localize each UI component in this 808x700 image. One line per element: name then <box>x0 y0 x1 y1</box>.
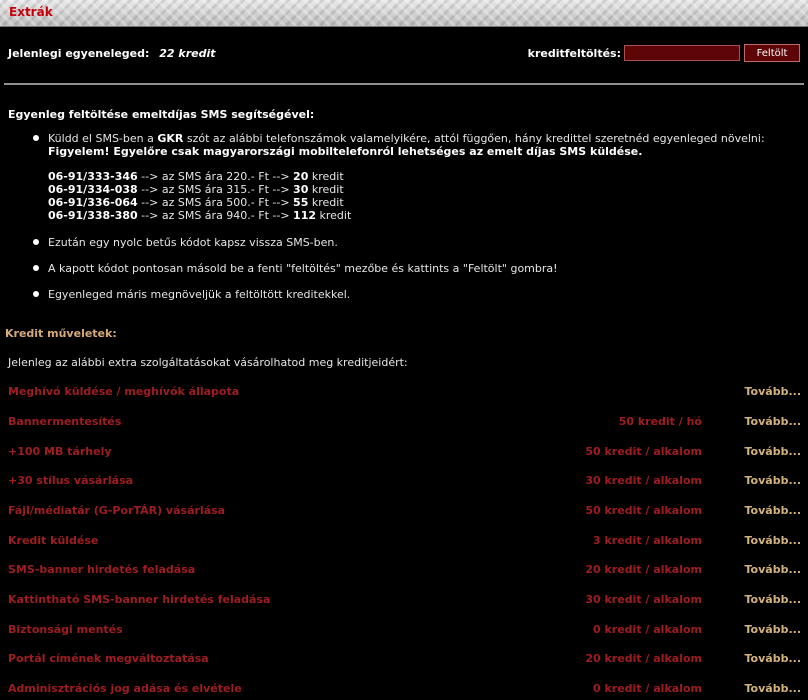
phone-number: 06-91/333-346 <box>48 170 138 183</box>
sms-instruction-send: Küldd el SMS-ben a GKR szót az alábbi te… <box>33 132 765 158</box>
service-price: 50 kredit / hó <box>618 415 702 428</box>
service-more-link[interactable]: Tovább... <box>745 652 801 665</box>
service-more-link[interactable]: Tovább... <box>745 504 801 517</box>
phone-credits: 55 <box>293 196 309 209</box>
sms-instruction-enter: A kapott kódot pontosan másold be a fent… <box>33 262 558 275</box>
service-row: Bannermentesítés 50 kredit / hó Tovább..… <box>0 415 808 429</box>
phone-price: --> az SMS ára 500.- Ft --> <box>137 196 294 209</box>
service-link[interactable]: +30 stílus vásárlása <box>8 474 133 487</box>
phone-number: 06-91/338-380 <box>48 209 138 222</box>
phone-number: 06-91/334-038 <box>48 183 138 196</box>
service-row: Meghívó küldése / meghívók állapota Tová… <box>0 385 808 399</box>
service-more-link[interactable]: Tovább... <box>745 682 801 695</box>
page-title: Extrák <box>9 5 53 19</box>
divider <box>4 83 804 85</box>
service-link[interactable]: Fájl/médiatár (G-PorTÁR) vásárlása <box>8 504 225 517</box>
sms-keyword: GKR <box>157 132 184 145</box>
sms-instruction-receive: Ezután egy nyolc betűs kódot kapsz vissz… <box>33 236 338 249</box>
topup-form: kreditfeltöltés: Feltölt <box>528 44 800 62</box>
phone-line: 06-91/333-346 --> az SMS ára 220.- Ft --… <box>48 170 351 183</box>
service-link[interactable]: Bannermentesítés <box>8 415 121 428</box>
balance-label: Jelenlegi egyeneleged: <box>8 47 150 60</box>
sms-warning: Figyelem! Egyelőre csak magyarországi mo… <box>48 145 643 158</box>
phone-line: 06-91/338-380 --> az SMS ára 940.- Ft --… <box>48 209 351 222</box>
service-link[interactable]: Kredit küldése <box>8 534 98 547</box>
topup-code-input[interactable] <box>624 45 740 61</box>
phone-credits: 30 <box>293 183 309 196</box>
balance-value: 22 kredit <box>159 47 216 60</box>
instruction-text: Küldd el SMS-ben a <box>48 132 158 145</box>
balance-display: Jelenlegi egyeneleged: 22 kredit <box>8 47 216 60</box>
service-price: 30 kredit / alkalom <box>585 593 702 606</box>
phone-unit: kredit <box>308 196 344 209</box>
service-link[interactable]: Portál címének megváltoztatása <box>8 652 209 665</box>
phone-credits: 112 <box>293 209 317 222</box>
service-price: 20 kredit / alkalom <box>585 652 702 665</box>
service-more-link[interactable]: Tovább... <box>745 534 801 547</box>
title-bar: Extrák <box>0 0 808 27</box>
service-row: Biztonsági mentés 0 kredit / alkalom Tov… <box>0 623 808 637</box>
service-row: Portál címének megváltoztatása 20 kredit… <box>0 652 808 666</box>
service-link[interactable]: Meghívó küldése / meghívók állapota <box>8 385 239 398</box>
phone-price: --> az SMS ára 315.- Ft --> <box>137 183 294 196</box>
phone-price: --> az SMS ára 940.- Ft --> <box>137 209 294 222</box>
service-more-link[interactable]: Tovább... <box>745 623 801 636</box>
phone-credits: 20 <box>293 170 309 183</box>
phone-number-list: 06-91/333-346 --> az SMS ára 220.- Ft --… <box>48 170 351 222</box>
service-link[interactable]: Adminisztrációs jog adása és elvétele <box>8 682 242 695</box>
phone-unit: kredit <box>316 209 352 222</box>
service-link[interactable]: SMS-banner hirdetés feladása <box>8 563 195 576</box>
sms-heading: Egyenleg feltöltése emeltdíjas SMS segít… <box>8 108 315 121</box>
service-link[interactable]: Kattintható SMS-banner hirdetés feladása <box>8 593 270 606</box>
service-more-link[interactable]: Tovább... <box>745 415 801 428</box>
service-row: +100 MB tárhely 50 kredit / alkalom Tová… <box>0 445 808 459</box>
service-price: 50 kredit / alkalom <box>585 445 702 458</box>
service-more-link[interactable]: Tovább... <box>745 593 801 606</box>
phone-number: 06-91/336-064 <box>48 196 138 209</box>
phone-price: --> az SMS ára 220.- Ft --> <box>137 170 294 183</box>
service-price: 30 kredit / alkalom <box>585 474 702 487</box>
service-row: Fájl/médiatár (G-PorTÁR) vásárlása 50 kr… <box>0 504 808 518</box>
sms-instruction-done: Egyenleged máris megnöveljük a feltöltöt… <box>32 288 351 301</box>
service-more-link[interactable]: Tovább... <box>745 563 801 576</box>
topup-label: kreditfeltöltés: <box>527 46 621 60</box>
service-price: 0 kredit / alkalom <box>593 682 702 695</box>
topup-submit-button[interactable]: Feltölt <box>744 44 800 62</box>
service-price: 50 kredit / alkalom <box>585 504 702 517</box>
phone-line: 06-91/336-064 --> az SMS ára 500.- Ft --… <box>48 196 351 209</box>
phone-unit: kredit <box>308 170 344 183</box>
service-more-link[interactable]: Tovább... <box>745 385 801 398</box>
credit-ops-intro: Jelenleg az alábbi extra szolgáltatásoka… <box>8 356 408 369</box>
phone-line: 06-91/334-038 --> az SMS ára 315.- Ft --… <box>48 183 351 196</box>
service-row: Adminisztrációs jog adása és elvétele 0 … <box>0 682 808 696</box>
service-more-link[interactable]: Tovább... <box>745 474 801 487</box>
service-row: +30 stílus vásárlása 30 kredit / alkalom… <box>0 474 808 488</box>
service-row: Kattintható SMS-banner hirdetés feladása… <box>0 593 808 607</box>
service-link[interactable]: +100 MB tárhely <box>8 445 112 458</box>
service-price: 3 kredit / alkalom <box>593 534 702 547</box>
phone-unit: kredit <box>308 183 344 196</box>
service-more-link[interactable]: Tovább... <box>745 445 801 458</box>
service-price: 20 kredit / alkalom <box>585 563 702 576</box>
instruction-text: szót az alábbi telefonszámok valamelyiké… <box>183 132 765 145</box>
service-row: SMS-banner hirdetés feladása 20 kredit /… <box>0 563 808 577</box>
service-price: 0 kredit / alkalom <box>593 623 702 636</box>
service-link[interactable]: Biztonsági mentés <box>8 623 123 636</box>
service-row: Kredit küldése 3 kredit / alkalom Tovább… <box>0 534 808 548</box>
credit-ops-heading: Kredit műveletek: <box>5 327 117 340</box>
